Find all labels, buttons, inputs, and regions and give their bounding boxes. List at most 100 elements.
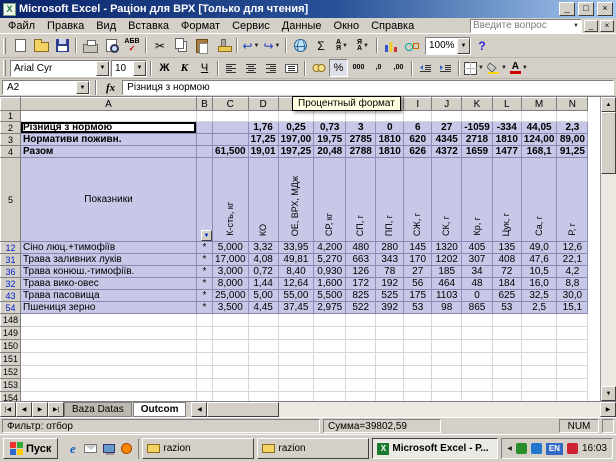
row-header-4[interactable]: 4 bbox=[1, 146, 21, 158]
cell-F152[interactable] bbox=[314, 366, 346, 379]
print-button[interactable] bbox=[80, 36, 100, 56]
cell-J4[interactable]: 4372 bbox=[432, 146, 462, 158]
cell-K154[interactable] bbox=[462, 392, 493, 402]
menu-item-tools[interactable]: Сервис bbox=[226, 19, 276, 33]
cell-N2[interactable]: 2,3 bbox=[557, 122, 588, 134]
cell-N36[interactable]: 4,2 bbox=[557, 266, 588, 278]
scroll-up-button[interactable]: ▲ bbox=[601, 97, 616, 112]
cell-I54[interactable]: 53 bbox=[404, 302, 432, 314]
increase-indent-button[interactable] bbox=[436, 59, 455, 77]
cell-M2[interactable]: 44,05 bbox=[521, 122, 557, 134]
column-header-K[interactable]: K bbox=[462, 98, 493, 111]
cell-I31[interactable]: 170 bbox=[404, 254, 432, 266]
cell-D154[interactable] bbox=[248, 392, 278, 402]
hyperlink-button[interactable] bbox=[290, 36, 310, 56]
column-header-N[interactable]: N bbox=[557, 98, 588, 111]
cell-N152[interactable] bbox=[557, 366, 588, 379]
cell-N32[interactable]: 8,8 bbox=[557, 278, 588, 290]
cell-K1[interactable] bbox=[462, 111, 493, 122]
cell-L5[interactable]: Цук, г bbox=[492, 158, 521, 242]
cell-G43[interactable]: 825 bbox=[346, 290, 376, 302]
cell-G2[interactable]: 3 bbox=[346, 122, 376, 134]
cell-N4[interactable]: 91,25 bbox=[557, 146, 588, 158]
cell-B4[interactable] bbox=[197, 146, 213, 158]
cell-N154[interactable] bbox=[557, 392, 588, 402]
cell-J148[interactable] bbox=[432, 314, 462, 327]
clock[interactable]: 16:03 bbox=[582, 443, 607, 454]
close-button[interactable]: × bbox=[597, 2, 613, 16]
cell-B3[interactable] bbox=[197, 134, 213, 146]
workbook-close-button[interactable]: × bbox=[600, 20, 614, 32]
cell-J1[interactable] bbox=[432, 111, 462, 122]
cell-G36[interactable]: 126 bbox=[346, 266, 376, 278]
cell-E31[interactable]: 49,81 bbox=[278, 254, 314, 266]
font-size-dropdown-icon[interactable]: ▼ bbox=[133, 61, 146, 76]
bold-button[interactable]: Ж bbox=[155, 59, 174, 77]
cell-A153[interactable] bbox=[21, 379, 197, 392]
scroll-right-button[interactable]: ▶ bbox=[600, 402, 616, 417]
scroll-left-button[interactable]: ◀ bbox=[191, 402, 207, 417]
cell-I153[interactable] bbox=[404, 379, 432, 392]
cell-A2[interactable]: Різниця з нормою bbox=[21, 122, 197, 134]
cell-L153[interactable] bbox=[492, 379, 521, 392]
cell-M149[interactable] bbox=[521, 327, 557, 340]
font-color-button[interactable]: А ▼ bbox=[509, 59, 529, 77]
cell-B151[interactable] bbox=[197, 353, 213, 366]
cell-L2[interactable]: -334 bbox=[492, 122, 521, 134]
cell-M150[interactable] bbox=[521, 340, 557, 353]
cell-E152[interactable] bbox=[278, 366, 314, 379]
cell-G149[interactable] bbox=[346, 327, 376, 340]
merge-center-button[interactable] bbox=[282, 59, 301, 77]
cell-L3[interactable]: 1810 bbox=[492, 134, 521, 146]
cell-K31[interactable]: 307 bbox=[462, 254, 493, 266]
cell-F153[interactable] bbox=[314, 379, 346, 392]
cell-A152[interactable] bbox=[21, 366, 197, 379]
menu-item-view[interactable]: Вид bbox=[90, 19, 122, 33]
cell-J54[interactable]: 98 bbox=[432, 302, 462, 314]
column-header-J[interactable]: J bbox=[432, 98, 462, 111]
cell-B31[interactable]: * bbox=[197, 254, 213, 266]
open-button[interactable] bbox=[31, 36, 51, 56]
cell-M151[interactable] bbox=[521, 353, 557, 366]
cell-L148[interactable] bbox=[492, 314, 521, 327]
cell-G150[interactable] bbox=[346, 340, 376, 353]
cell-M31[interactable]: 47,6 bbox=[521, 254, 557, 266]
cell-B12[interactable]: * bbox=[197, 242, 213, 254]
autosum-button[interactable]: Σ bbox=[311, 36, 331, 56]
cell-L36[interactable]: 72 bbox=[492, 266, 521, 278]
undo-dropdown-icon[interactable]: ▼ bbox=[254, 43, 260, 49]
cell-B2[interactable] bbox=[197, 122, 213, 134]
cell-D43[interactable]: 5,00 bbox=[248, 290, 278, 302]
cell-N12[interactable]: 12,6 bbox=[557, 242, 588, 254]
fill-color-dropdown-icon[interactable]: ▼ bbox=[501, 65, 507, 71]
cell-J152[interactable] bbox=[432, 366, 462, 379]
internet-explorer-icon[interactable]: e bbox=[65, 441, 80, 456]
cell-J153[interactable] bbox=[432, 379, 462, 392]
cell-D3[interactable]: 17,25 bbox=[248, 134, 278, 146]
align-right-button[interactable] bbox=[262, 59, 281, 77]
cell-C149[interactable] bbox=[213, 327, 249, 340]
cell-K148[interactable] bbox=[462, 314, 493, 327]
cell-L31[interactable]: 408 bbox=[492, 254, 521, 266]
last-sheet-button[interactable]: ▶| bbox=[48, 402, 64, 417]
column-header-D[interactable]: D bbox=[248, 98, 278, 111]
cell-L150[interactable] bbox=[492, 340, 521, 353]
cell-J2[interactable]: 27 bbox=[432, 122, 462, 134]
cell-H2[interactable]: 0 bbox=[376, 122, 404, 134]
cell-H150[interactable] bbox=[376, 340, 404, 353]
cell-H12[interactable]: 280 bbox=[376, 242, 404, 254]
horizontal-scrollbar[interactable]: ◀ ▶ bbox=[191, 402, 616, 417]
cell-C1[interactable] bbox=[213, 111, 249, 122]
cell-H54[interactable]: 392 bbox=[376, 302, 404, 314]
cell-C5[interactable]: К-сть, кг bbox=[213, 158, 249, 242]
borders-dropdown-icon[interactable]: ▼ bbox=[478, 65, 484, 71]
row-header-151[interactable]: 151 bbox=[1, 353, 21, 366]
column-header-B[interactable]: B bbox=[197, 98, 213, 111]
cell-G148[interactable] bbox=[346, 314, 376, 327]
cell-B150[interactable] bbox=[197, 340, 213, 353]
fill-color-button[interactable]: ▼ bbox=[486, 59, 508, 77]
cell-A4[interactable]: Разом bbox=[21, 146, 197, 158]
cell-I1[interactable] bbox=[404, 111, 432, 122]
cell-D36[interactable]: 0,72 bbox=[248, 266, 278, 278]
cell-F54[interactable]: 2,975 bbox=[314, 302, 346, 314]
